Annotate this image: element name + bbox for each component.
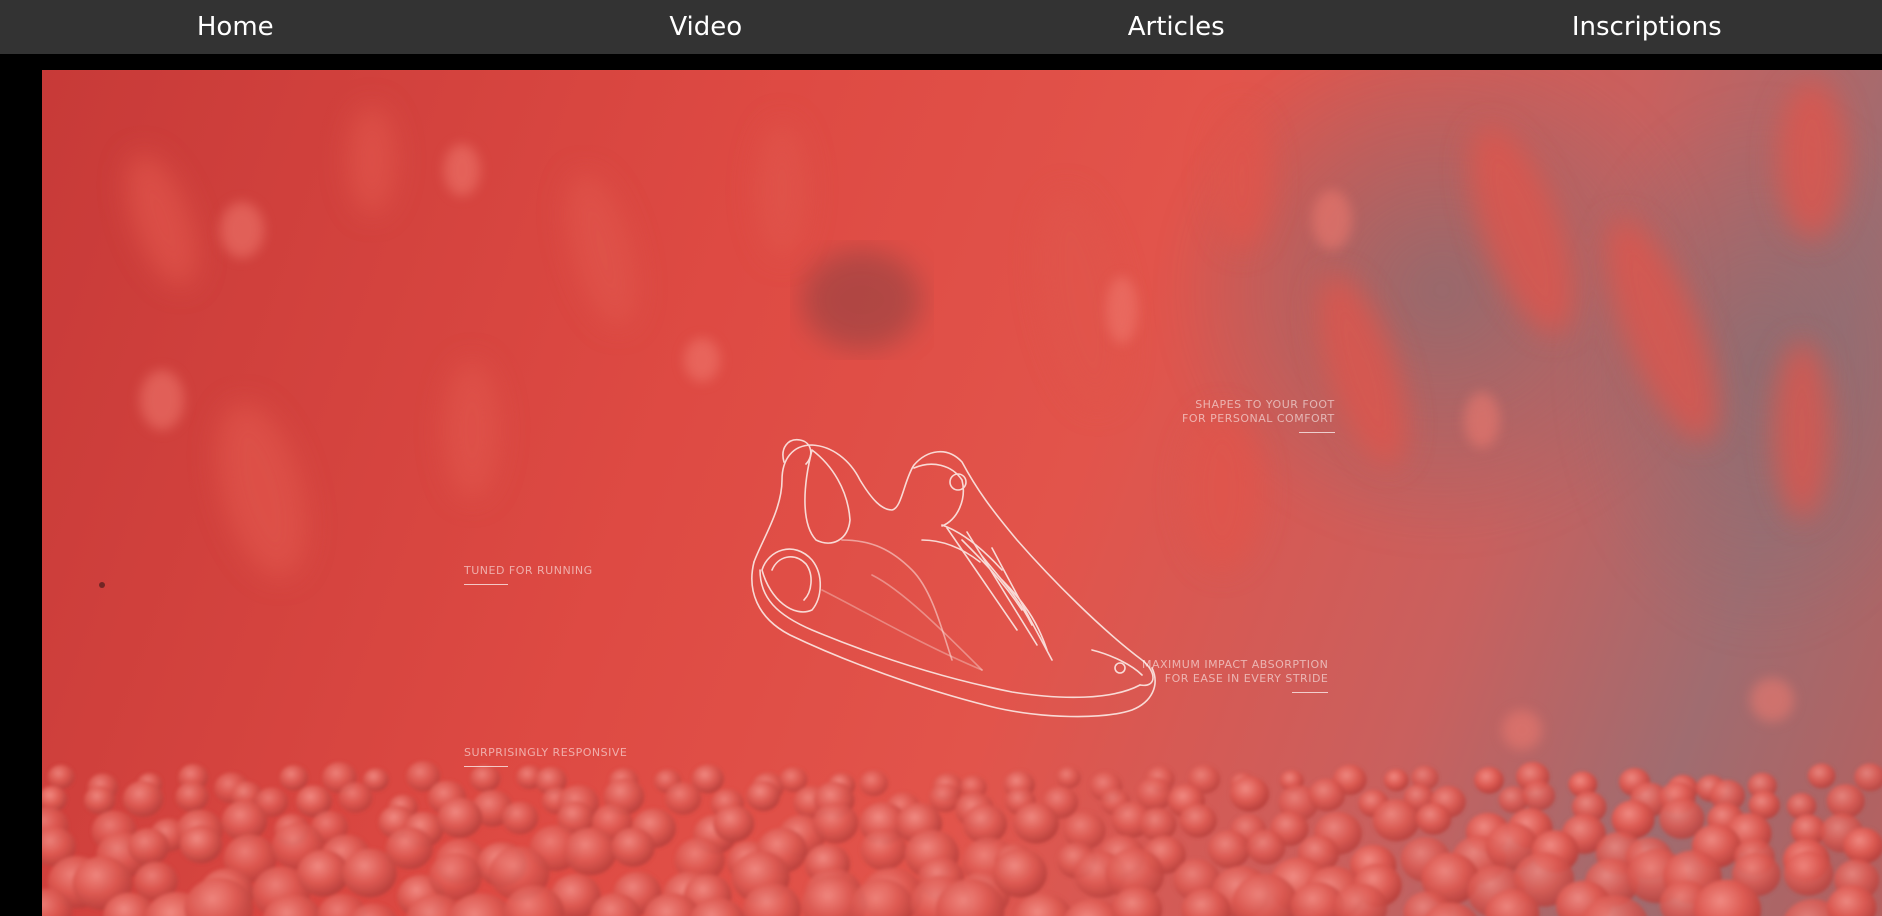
top-navbar: Home Video Articles Inscriptions xyxy=(0,0,1882,54)
bead xyxy=(746,780,781,812)
bead xyxy=(1246,829,1286,865)
callout-surprisingly-responsive: SURPRISINGLY RESPONSIVE xyxy=(464,746,627,767)
sneaker-wireframe-icon xyxy=(751,438,1156,718)
bead xyxy=(297,849,349,897)
bead xyxy=(1522,780,1556,811)
bead-bed xyxy=(42,761,1882,916)
bead xyxy=(1179,803,1217,838)
bead xyxy=(1056,766,1081,789)
bead xyxy=(1474,766,1504,794)
bead xyxy=(611,827,655,867)
bead xyxy=(1854,763,1882,792)
bead xyxy=(1229,776,1270,812)
bead xyxy=(1826,784,1865,819)
bead xyxy=(1139,807,1177,842)
bead xyxy=(992,848,1047,898)
video-frame-background xyxy=(42,70,1882,916)
bead xyxy=(279,765,308,791)
bead xyxy=(1416,802,1452,835)
callout-impact-line2: FOR EASE IN EVERY STRIDE xyxy=(1164,672,1329,685)
bead xyxy=(175,781,209,812)
callout-impact-rule xyxy=(1292,692,1329,693)
bead xyxy=(1207,830,1251,869)
callout-running-line1: TUNED FOR RUNNING xyxy=(464,564,593,577)
bead xyxy=(127,828,170,866)
bead xyxy=(1843,827,1882,864)
callout-responsive-rule xyxy=(464,766,508,767)
bead xyxy=(338,782,373,813)
callout-foot-line2: FOR PERSONAL COMFORT xyxy=(1182,412,1335,425)
left-gutter xyxy=(0,54,42,916)
callout-tuned-for-running: TUNED FOR RUNNING xyxy=(464,564,593,585)
callout-foot-rule xyxy=(1298,432,1335,433)
bead xyxy=(1807,763,1836,789)
bead xyxy=(1013,802,1059,844)
bead xyxy=(564,827,617,876)
bead xyxy=(123,780,164,817)
bead xyxy=(812,802,859,844)
nav-articles-link[interactable]: Articles xyxy=(941,0,1412,54)
bead xyxy=(1783,851,1834,896)
bead xyxy=(84,786,116,815)
bead xyxy=(179,825,223,864)
bead xyxy=(428,852,482,901)
nav-video-link[interactable]: Video xyxy=(471,0,942,54)
video-player[interactable]: SHAPES TO YOUR FOOT FOR PERSONAL COMFORT… xyxy=(42,70,1882,916)
bead xyxy=(860,829,907,871)
bead xyxy=(1308,778,1346,812)
bead xyxy=(47,764,75,789)
callout-responsive-line1: SURPRISINGLY RESPONSIVE xyxy=(464,746,628,759)
callout-impact-absorption: MAXIMUM IMPACT ABSORPTION FOR EASE IN EV… xyxy=(1142,658,1329,693)
bead xyxy=(502,801,539,835)
nav-inscriptions-link[interactable]: Inscriptions xyxy=(1412,0,1882,54)
bead xyxy=(859,770,889,797)
nav-home-link[interactable]: Home xyxy=(0,0,471,54)
callout-shapes-to-foot: SHAPES TO YOUR FOOT FOR PERSONAL COMFORT xyxy=(1182,398,1335,433)
bead xyxy=(469,764,501,793)
callout-impact-line1: MAXIMUM IMPACT ABSORPTION xyxy=(1142,658,1329,671)
callout-running-rule xyxy=(464,584,508,585)
bead xyxy=(665,782,702,815)
bead xyxy=(437,797,483,838)
bead xyxy=(713,805,755,843)
bead xyxy=(1383,768,1409,792)
bead xyxy=(342,848,397,898)
bead xyxy=(1372,799,1420,842)
callout-foot-line1: SHAPES TO YOUR FOOT xyxy=(1195,398,1335,411)
